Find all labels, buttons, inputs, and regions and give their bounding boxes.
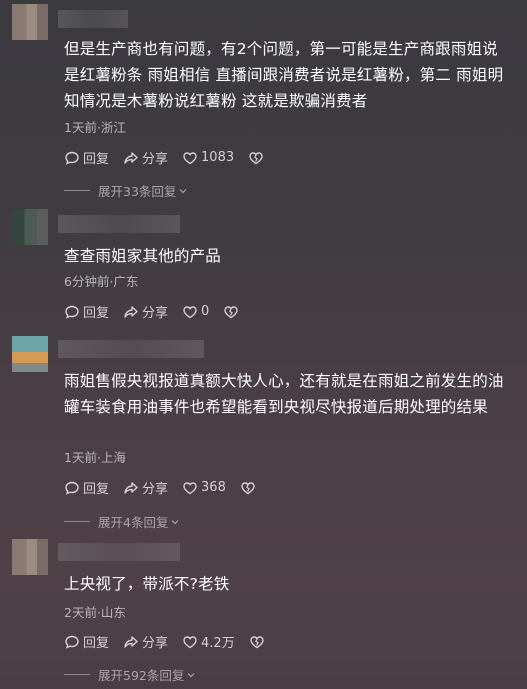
share-button[interactable]: 分享 bbox=[123, 148, 168, 167]
comment-meta: 6分钟前·广东 bbox=[64, 274, 139, 289]
nickname-blurred[interactable] bbox=[58, 340, 204, 358]
like-button[interactable]: 4.2万 bbox=[182, 632, 235, 651]
comment-bubble-icon bbox=[65, 481, 79, 495]
share-arrow-icon bbox=[124, 481, 138, 494]
broken-heart-icon bbox=[249, 151, 263, 164]
divider-line bbox=[64, 190, 90, 191]
heart-icon bbox=[183, 151, 197, 164]
reply-label: 回复 bbox=[83, 152, 110, 167]
chevron-down-icon bbox=[172, 519, 179, 524]
share-button[interactable]: 分享 bbox=[123, 478, 168, 497]
comment-item: 上央视了，带派不?老铁 2天前·山东 回复 分享 4.2万 展开592条回复 bbox=[0, 535, 527, 689]
heart-icon bbox=[183, 305, 197, 318]
reply-label: 回复 bbox=[83, 482, 110, 497]
broken-heart-icon bbox=[250, 635, 264, 648]
like-count: 4.2万 bbox=[201, 636, 235, 651]
expand-replies-label: 展开4条回复 bbox=[98, 515, 169, 530]
like-count: 0 bbox=[201, 304, 210, 319]
heart-icon bbox=[183, 481, 197, 494]
comment-meta: 1天前·上海 bbox=[64, 450, 126, 465]
comment-bubble-icon bbox=[65, 635, 79, 649]
share-arrow-icon bbox=[124, 151, 138, 164]
comment-text: 雨姐售假央视报道真额大快人心，还有就是在雨姐之前发生的油罐车装食用油事件也希望能… bbox=[64, 372, 504, 416]
share-arrow-icon bbox=[124, 305, 138, 318]
dislike-button[interactable] bbox=[248, 150, 267, 166]
comment-meta: 2天前·山东 bbox=[64, 605, 126, 620]
like-button[interactable]: 368 bbox=[182, 480, 226, 496]
reply-button[interactable]: 回复 bbox=[64, 478, 109, 497]
chevron-down-icon bbox=[187, 672, 195, 677]
share-label: 分享 bbox=[142, 306, 169, 321]
avatar[interactable] bbox=[12, 336, 48, 372]
comment-bubble-icon bbox=[65, 151, 79, 165]
expand-replies[interactable]: 展开33条回复 bbox=[64, 181, 188, 200]
comment-item: 查查雨姐家其他的产品 6分钟前·广东 回复 分享 0 bbox=[0, 205, 527, 330]
avatar[interactable] bbox=[12, 4, 48, 40]
nickname-blurred[interactable] bbox=[58, 10, 128, 28]
heart-icon bbox=[183, 635, 197, 648]
comment-item: 雨姐售假央视报道真额大快人心，还有就是在雨姐之前发生的油罐车装食用油事件也希望能… bbox=[0, 330, 527, 535]
reply-button[interactable]: 回复 bbox=[64, 302, 109, 321]
reply-button[interactable]: 回复 bbox=[64, 632, 109, 651]
comment-text: 查查雨姐家其他的产品 bbox=[64, 247, 222, 265]
dislike-button[interactable] bbox=[240, 480, 259, 496]
dislike-button[interactable] bbox=[223, 304, 242, 320]
nickname-blurred[interactable] bbox=[58, 543, 180, 561]
share-button[interactable]: 分享 bbox=[123, 302, 168, 321]
like-button[interactable]: 1083 bbox=[182, 150, 234, 166]
reply-button[interactable]: 回复 bbox=[64, 148, 109, 167]
divider-line bbox=[64, 674, 90, 675]
comment-actions: 回复 分享 1083 bbox=[64, 148, 281, 167]
nickname-blurred[interactable] bbox=[58, 215, 180, 233]
avatar[interactable] bbox=[12, 209, 48, 245]
like-button[interactable]: 0 bbox=[182, 304, 209, 320]
comment-text: 但是生产商也有问题，有2个问题，第一可能是生产商跟雨姐说是红薯粉条 雨姐相信 直… bbox=[64, 40, 504, 110]
comment-text: 上央视了，带派不?老铁 bbox=[64, 575, 230, 593]
expand-replies-label: 展开33条回复 bbox=[98, 184, 177, 199]
expand-replies[interactable]: 展开4条回复 bbox=[64, 512, 180, 531]
like-count: 1083 bbox=[201, 150, 235, 165]
broken-heart-icon bbox=[241, 481, 255, 494]
share-label: 分享 bbox=[142, 152, 169, 167]
comment-actions: 回复 分享 368 bbox=[64, 478, 273, 497]
share-button[interactable]: 分享 bbox=[123, 632, 168, 651]
expand-replies-label: 展开592条回复 bbox=[98, 668, 185, 683]
comment-item: 但是生产商也有问题，有2个问题，第一可能是生产商跟雨姐说是红薯粉条 雨姐相信 直… bbox=[0, 0, 527, 205]
comment-actions: 回复 分享 4.2万 bbox=[64, 632, 282, 651]
comment-meta: 1天前·浙江 bbox=[64, 120, 126, 135]
chevron-down-icon bbox=[179, 188, 187, 193]
reply-label: 回复 bbox=[83, 306, 110, 321]
like-count: 368 bbox=[201, 480, 226, 495]
broken-heart-icon bbox=[224, 305, 239, 318]
avatar[interactable] bbox=[12, 539, 48, 575]
share-arrow-icon bbox=[124, 635, 138, 648]
expand-replies[interactable]: 展开592条回复 bbox=[64, 665, 196, 684]
comment-actions: 回复 分享 0 bbox=[64, 302, 256, 321]
reply-label: 回复 bbox=[83, 636, 110, 651]
share-label: 分享 bbox=[142, 482, 169, 497]
share-label: 分享 bbox=[142, 636, 169, 651]
divider-line bbox=[64, 521, 90, 522]
dislike-button[interactable] bbox=[249, 634, 268, 650]
comment-bubble-icon bbox=[65, 305, 79, 319]
